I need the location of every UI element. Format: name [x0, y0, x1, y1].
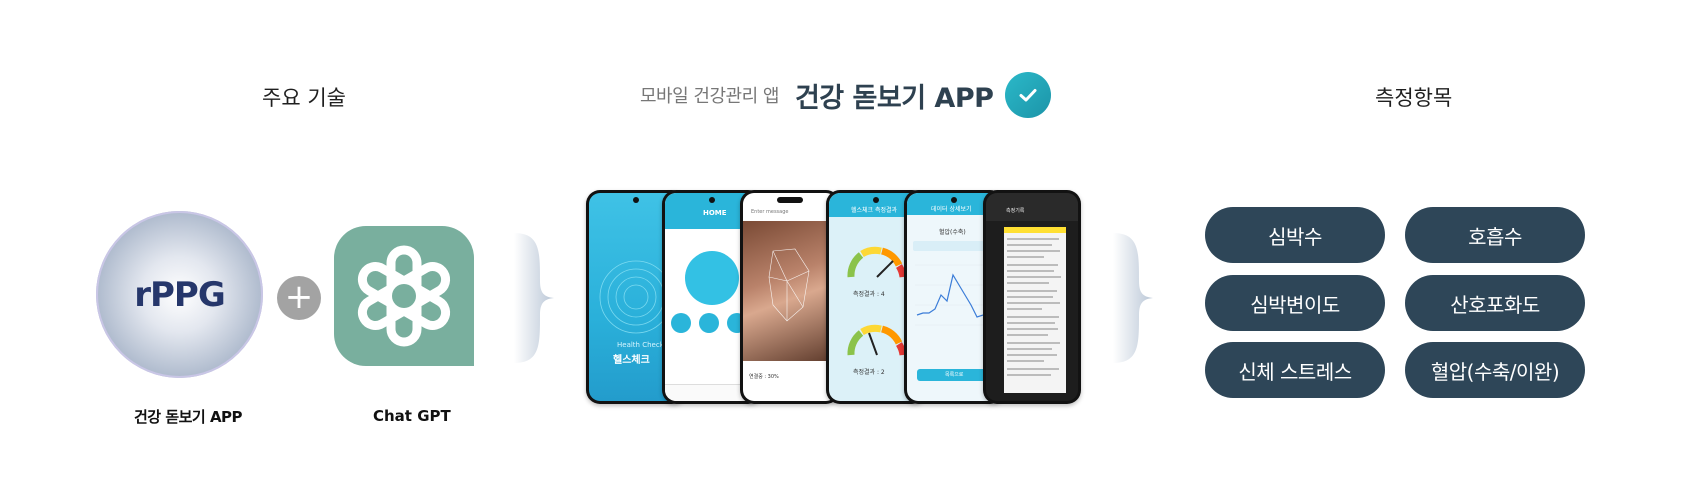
measurement-items-heading: 측정항목	[1375, 86, 1453, 110]
metric-oxygen-saturation: 산호포화도	[1405, 275, 1585, 331]
camera-footer-text: 연결중 : 30%	[749, 374, 779, 380]
splash-small-text: Health Check	[617, 341, 664, 349]
trend-list-button: 목록으로	[945, 372, 964, 378]
fingerprint-icon	[685, 251, 739, 305]
phone-chat-screen: 측정기록	[983, 190, 1081, 404]
check-icon	[1005, 72, 1052, 118]
openai-logo-icon	[334, 226, 474, 366]
rppg-label: rPPG	[134, 274, 226, 315]
home-header: HOME	[703, 209, 727, 217]
brace-connector-right	[1113, 233, 1153, 363]
brace-connector-left	[514, 233, 554, 363]
chat-header: 측정기록	[1006, 208, 1025, 214]
chatgpt-caption: Chat GPT	[373, 407, 451, 425]
phone-face-scan-screen: Enter message 연결중 : 30%	[740, 190, 840, 404]
key-technology-heading: 주요 기술	[262, 86, 346, 110]
metric-heart-rate: 심박수	[1205, 207, 1385, 263]
result-header: 헬스체크 측정결과	[851, 207, 898, 214]
metric-hrv: 심박변이도	[1205, 275, 1385, 331]
rppg-circle: rPPG	[96, 211, 263, 378]
splash-title: 헬스체크	[613, 355, 650, 366]
metric-blood-pressure: 혈압(수축/이완)	[1405, 342, 1585, 398]
trend-tab-label: 혈압(수축)	[939, 229, 966, 236]
result-label-1: 측정결과 : 4	[853, 291, 885, 298]
result-label-2: 측정결과 : 2	[853, 369, 885, 376]
rppg-caption: 건강 돋보기 APP	[134, 408, 243, 426]
metric-body-stress: 신체 스트레스	[1205, 342, 1385, 398]
camera-hint-text: Enter message	[751, 209, 789, 215]
face-photo	[743, 221, 837, 361]
app-subtitle: 모바일 건강관리 앱	[640, 86, 779, 107]
trend-header: 데이터 상세보기	[931, 206, 972, 213]
plus-icon: +	[277, 276, 321, 320]
app-title-group: 모바일 건강관리 앱 건강 돋보기 APP	[640, 72, 1052, 118]
app-title: 건강 돋보기 APP	[794, 82, 994, 114]
metric-respiration-rate: 호흡수	[1405, 207, 1585, 263]
